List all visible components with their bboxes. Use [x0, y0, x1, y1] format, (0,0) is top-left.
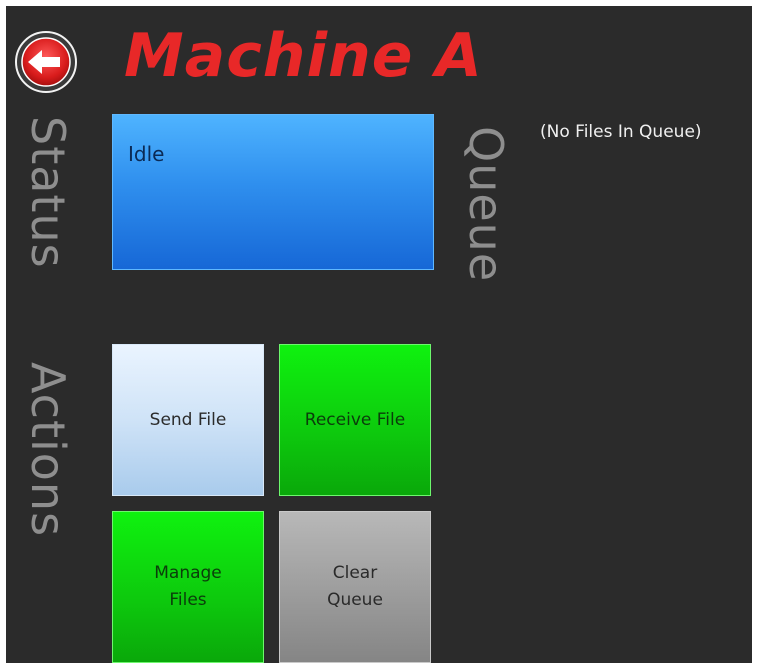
back-button[interactable]	[14, 30, 78, 94]
page-title: Machine A	[124, 21, 483, 91]
status-text: Idle	[128, 142, 165, 166]
receive-file-label: Receive File	[304, 409, 406, 430]
machine-window: Machine A Status Actions Queue Idle (No …	[6, 6, 752, 663]
manage-files-label: Manage Files	[154, 563, 222, 610]
actions-section-label: Actions	[21, 362, 75, 538]
send-file-label: Send File	[149, 409, 227, 430]
clear-queue-label: Clear Queue	[327, 563, 383, 610]
send-file-button[interactable]: Send File	[112, 344, 264, 496]
queue-empty-message: (No Files In Queue)	[540, 122, 702, 142]
status-section-label: Status	[21, 116, 75, 269]
queue-section-label: Queue	[459, 126, 513, 283]
back-arrow-icon	[15, 31, 77, 93]
status-panel: Idle	[112, 114, 434, 270]
receive-file-button[interactable]: Receive File	[279, 344, 431, 496]
manage-files-button[interactable]: Manage Files	[112, 511, 264, 663]
clear-queue-button[interactable]: Clear Queue	[279, 511, 431, 663]
